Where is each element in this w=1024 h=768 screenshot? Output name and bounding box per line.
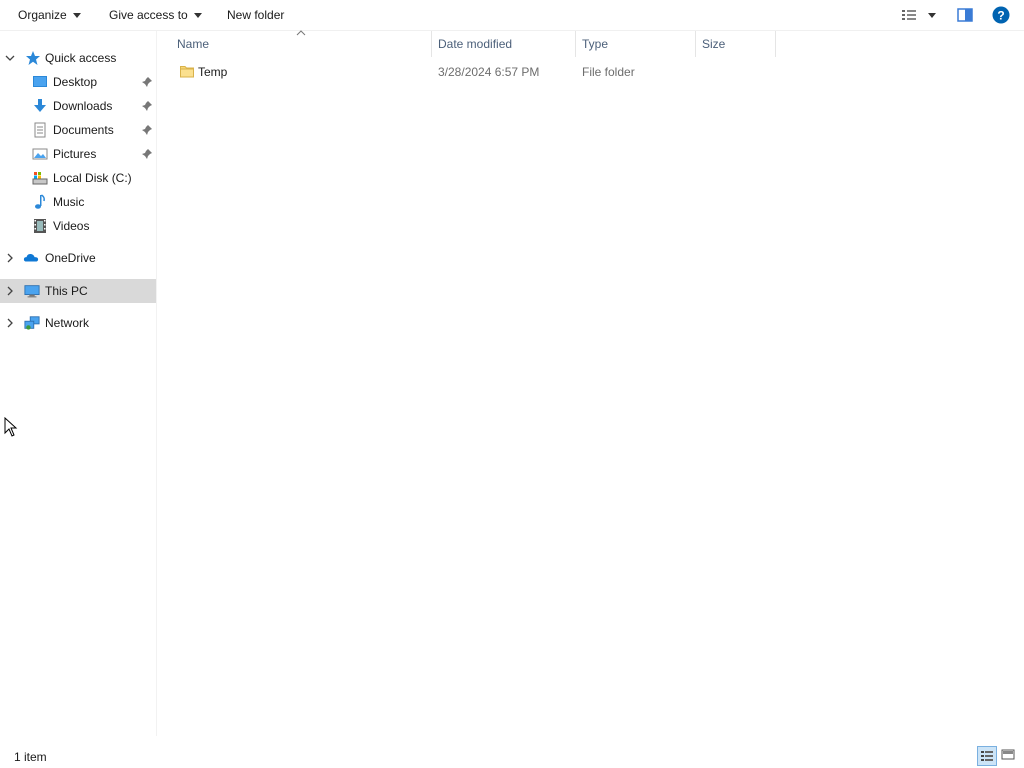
nav-label-pictures: Pictures bbox=[53, 147, 97, 161]
nav-label-this-pc: This PC bbox=[45, 284, 88, 298]
desktop-icon bbox=[33, 76, 47, 87]
large-icons-view-icon bbox=[1001, 749, 1015, 760]
nav-item-network[interactable]: Network bbox=[0, 311, 156, 335]
nav-item-onedrive[interactable]: OneDrive bbox=[0, 246, 156, 270]
status-bar: 1 item bbox=[0, 744, 1024, 768]
documents-icon bbox=[34, 122, 46, 138]
nav-item-this-pc[interactable]: This PC bbox=[0, 279, 156, 303]
item-count: 1 item bbox=[14, 750, 47, 764]
nav-item-downloads[interactable]: Downloads bbox=[0, 94, 156, 118]
preview-pane-button[interactable] bbox=[957, 7, 973, 23]
chevron-down-icon[interactable] bbox=[5, 53, 15, 63]
nav-item-local-disk[interactable]: Local Disk (C:) bbox=[0, 166, 156, 190]
nav-label-videos: Videos bbox=[53, 219, 90, 233]
preview-pane-icon bbox=[957, 8, 973, 22]
nav-label-local-disk: Local Disk (C:) bbox=[53, 171, 132, 185]
local-disk-icon bbox=[32, 172, 48, 185]
view-options-icon bbox=[902, 10, 936, 20]
nav-label-downloads: Downloads bbox=[53, 99, 113, 113]
help-icon: ? bbox=[992, 6, 1010, 24]
mouse-cursor-icon bbox=[4, 417, 18, 437]
nav-label-quick-access: Quick access bbox=[45, 51, 117, 65]
column-header-name[interactable]: Name bbox=[171, 31, 432, 57]
column-header-date-modified[interactable]: Date modified bbox=[432, 31, 576, 57]
help-button[interactable]: ? bbox=[992, 6, 1010, 24]
details-view-button[interactable] bbox=[977, 746, 997, 766]
music-icon bbox=[35, 194, 45, 209]
star-icon bbox=[26, 51, 40, 65]
nav-label-network: Network bbox=[45, 316, 90, 330]
organize-button[interactable]: Organize bbox=[18, 7, 81, 23]
give-access-button[interactable]: Give access to bbox=[109, 7, 202, 23]
svg-text:?: ? bbox=[997, 9, 1004, 23]
column-header-type-label: Type bbox=[582, 37, 609, 51]
column-header-size[interactable]: Size bbox=[696, 31, 776, 57]
chevron-right-icon[interactable] bbox=[5, 318, 15, 328]
new-folder-label: New folder bbox=[227, 8, 285, 22]
chevron-down-icon bbox=[193, 13, 202, 19]
nav-item-quick-access[interactable]: Quick access bbox=[0, 46, 156, 70]
file-type: File folder bbox=[582, 65, 635, 79]
organize-label: Organize bbox=[18, 8, 67, 22]
nav-label-onedrive: OneDrive bbox=[45, 251, 96, 265]
give-access-label: Give access to bbox=[109, 8, 188, 22]
pin-icon[interactable] bbox=[141, 124, 153, 136]
view-options-button[interactable] bbox=[901, 8, 941, 22]
nav-label-documents: Documents bbox=[53, 123, 114, 137]
pin-icon[interactable] bbox=[141, 76, 153, 88]
downloads-icon bbox=[34, 99, 46, 112]
chevron-right-icon[interactable] bbox=[5, 286, 15, 296]
network-icon bbox=[24, 316, 40, 330]
pictures-icon bbox=[32, 148, 48, 160]
videos-icon bbox=[34, 219, 46, 233]
nav-item-videos[interactable]: Videos bbox=[0, 214, 156, 238]
file-row[interactable]: Temp 3/28/2024 6:57 PM File folder bbox=[172, 61, 776, 83]
command-bar: Organize Give access to New folder ? bbox=[0, 0, 1024, 31]
nav-item-pictures[interactable]: Pictures bbox=[0, 142, 156, 166]
chevron-right-icon[interactable] bbox=[5, 253, 15, 263]
navigation-pane: Quick access Desktop Downloads Documents bbox=[0, 31, 157, 736]
nav-item-music[interactable]: Music bbox=[0, 190, 156, 214]
folder-icon bbox=[180, 66, 194, 78]
nav-label-desktop: Desktop bbox=[53, 75, 98, 89]
large-icons-view-button[interactable] bbox=[999, 746, 1019, 766]
details-view-icon bbox=[981, 751, 993, 761]
pin-icon[interactable] bbox=[141, 100, 153, 112]
nav-label-music: Music bbox=[53, 195, 85, 209]
column-header-name-label: Name bbox=[177, 37, 210, 51]
file-date-modified: 3/28/2024 6:57 PM bbox=[438, 65, 540, 79]
column-header-type[interactable]: Type bbox=[576, 31, 696, 57]
file-name: Temp bbox=[198, 65, 228, 79]
this-pc-icon bbox=[24, 285, 40, 298]
nav-item-desktop[interactable]: Desktop bbox=[0, 70, 156, 94]
column-header-date-label: Date modified bbox=[438, 37, 513, 51]
column-header-size-label: Size bbox=[702, 37, 726, 51]
new-folder-button[interactable]: New folder bbox=[227, 7, 284, 23]
chevron-down-icon bbox=[72, 13, 81, 19]
nav-item-documents[interactable]: Documents bbox=[0, 118, 156, 142]
onedrive-cloud-icon bbox=[23, 253, 39, 262]
pin-icon[interactable] bbox=[141, 148, 153, 160]
